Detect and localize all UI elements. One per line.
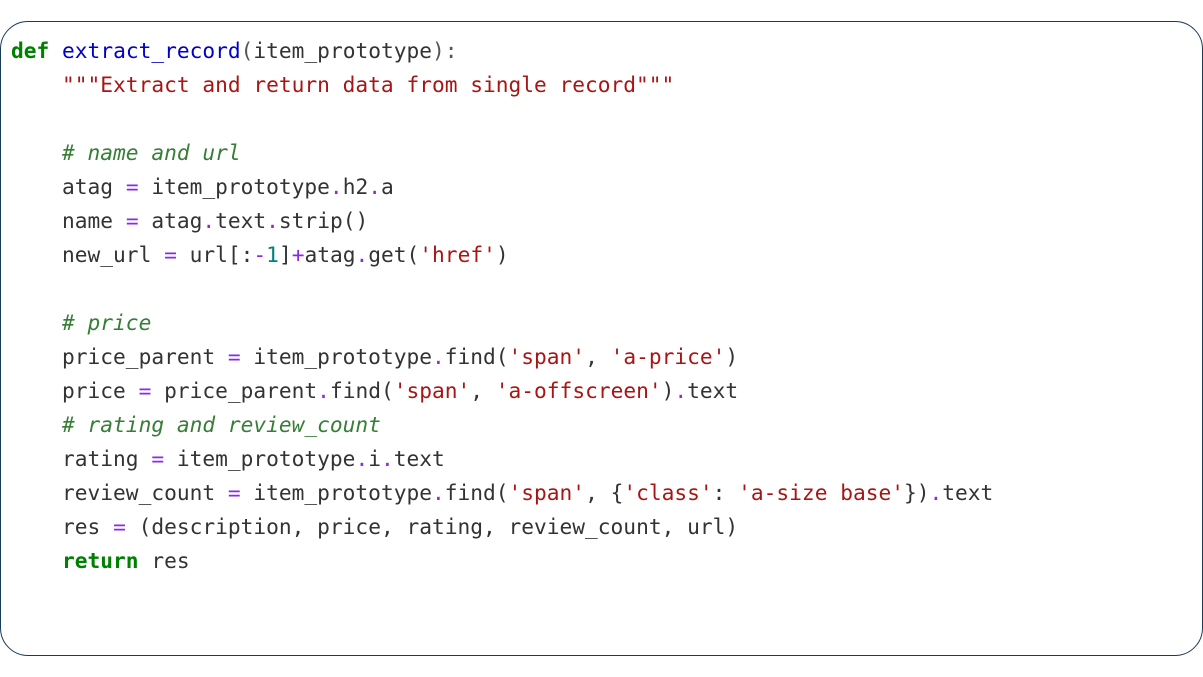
code-token: . [381,446,394,471]
code-token: return [62,548,139,573]
code-line: name = atag.text.strip() [11,208,368,233]
code-line: return res [11,548,190,573]
code-line: # rating and review_count [11,412,381,437]
code-token: 'a-price' [611,344,726,369]
code-token: + [292,242,305,267]
code-token: ] [279,242,292,267]
code-token: price_parent [62,344,228,369]
code-block: def extract_record(item_prototype): """E… [0,21,1203,656]
code-token: ) [725,344,738,369]
code-token: # price [62,310,151,335]
code-token: . [356,242,369,267]
code-token: . [266,208,279,233]
code-token: ) [496,242,509,267]
code-token: . [330,174,343,199]
code-token: (description, price, rating, review_coun… [126,514,738,539]
code-token: extract_record [62,38,241,63]
code-token: find( [445,344,509,369]
code-token: : [713,480,739,505]
code-token: = [139,378,152,403]
code-token: i [368,446,381,471]
code-token: url[: [177,242,254,267]
code-token: item_prototype [139,174,330,199]
code-line: res = (description, price, rating, revie… [11,514,738,539]
code-token: . [202,208,215,233]
code-token: atag [139,208,203,233]
code-token: text [687,378,738,403]
code-token: 1 [266,242,279,267]
code-token: res [62,514,113,539]
code-token: 'span' [509,344,586,369]
code-line: # price [11,310,151,335]
code-token: ): [432,38,458,63]
code-token: atag [304,242,355,267]
code-token: price_parent [151,378,317,403]
code-token: ( [241,38,254,63]
code-line: price_parent = item_prototype.find('span… [11,344,738,369]
code-token: . [355,446,368,471]
code-token: = [126,174,139,199]
code-token: def [11,38,49,63]
code-line: def extract_record(item_prototype): [11,38,458,63]
code-line: rating = item_prototype.i.text [11,446,445,471]
code-token: ) [662,378,675,403]
code-token: # name and url [62,140,241,165]
code-token: """Extract and return data from single r… [62,72,674,97]
code-line: new_url = url[:-1]+atag.get('href') [11,242,509,267]
code-token: . [674,378,687,403]
code-line: review_count = item_prototype.find('span… [11,480,993,505]
code-token: 'a-offscreen' [496,378,662,403]
code-token: item_prototype [241,344,432,369]
code-token: 'a-size base' [738,480,904,505]
code-token: price [62,378,139,403]
code-token: = [228,480,241,505]
code-token: . [368,174,381,199]
code-token: . [317,378,330,403]
code-token: , [585,344,611,369]
code-token: review_count [62,480,228,505]
code-token: new_url [62,242,164,267]
code-line: """Extract and return data from single r… [11,72,674,97]
code-token: find( [330,378,394,403]
code-token: name [62,208,126,233]
code-token: = [228,344,241,369]
code-token: atag [62,174,126,199]
code-token: item_prototype [164,446,355,471]
code-token: , { [585,480,623,505]
code-token: . [930,480,943,505]
code-token: h2 [343,174,369,199]
code-token: . [432,344,445,369]
code-token [49,38,62,63]
code-token: strip() [279,208,368,233]
code-token: 'span' [509,480,586,505]
code-line: # name and url [11,140,241,165]
code-line: price = price_parent.find('span', 'a-off… [11,378,738,403]
code-token: item_prototype [253,38,432,63]
code-token: = [126,208,139,233]
code-token: res [139,548,190,573]
code-line: atag = item_prototype.h2.a [11,174,394,199]
code-token: # rating and review_count [62,412,381,437]
code-token: a [381,174,394,199]
code-token: get( [368,242,419,267]
code-token: 'href' [419,242,496,267]
code-token: = [151,446,164,471]
code-token: 'span' [394,378,471,403]
code-token: . [432,480,445,505]
code-token: = [164,242,177,267]
code-token: = [113,514,126,539]
code-token: item_prototype [241,480,432,505]
code-token: , [470,378,496,403]
code-token: }) [904,480,930,505]
code-token: rating [62,446,151,471]
code-token: find( [445,480,509,505]
code-token: 'class' [623,480,712,505]
code-token: - [253,242,266,267]
code-token: text [394,446,445,471]
code-token: text [215,208,266,233]
code-token: text [942,480,993,505]
